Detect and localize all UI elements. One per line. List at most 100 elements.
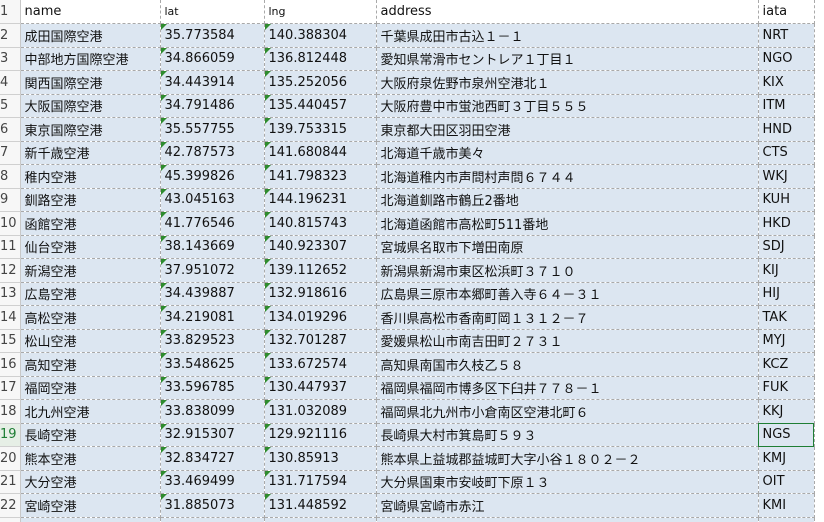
row-number[interactable]: 20 <box>0 446 21 471</box>
cell-address[interactable]: 福岡県北九州市小倉南区空港北町６ <box>376 399 759 424</box>
row-number[interactable]: 7 <box>0 141 21 165</box>
row-number[interactable]: 2 <box>0 23 21 48</box>
cell-name[interactable]: 新潟空港 <box>20 258 161 283</box>
cell-lat[interactable]: 33.838099 <box>160 399 265 424</box>
cell-address[interactable]: 宮城県名取市下増田南原 <box>376 235 759 259</box>
cell-address[interactable]: 東京都大田区羽田空港 <box>376 117 759 142</box>
cell-lat[interactable]: 34.443914 <box>160 70 265 95</box>
cell-address[interactable]: 香川県高松市香南町岡１３１２－７ <box>376 305 759 330</box>
cell-name[interactable]: 稚内空港 <box>20 164 161 189</box>
cell-lng[interactable]: 141.680844 <box>264 141 377 165</box>
cell-iata[interactable]: NRT <box>758 23 815 48</box>
cell[interactable] <box>264 517 377 522</box>
cell-iata[interactable]: MYJ <box>758 329 815 353</box>
header-iata[interactable]: iata <box>758 0 815 24</box>
cell-lat[interactable]: 32.915307 <box>160 423 265 447</box>
cell-lng[interactable]: 141.798323 <box>264 164 377 189</box>
cell[interactable] <box>160 517 265 522</box>
row-number[interactable]: 21 <box>0 470 21 494</box>
row-number[interactable]: 6 <box>0 117 21 142</box>
cell-lat[interactable]: 33.548625 <box>160 352 265 377</box>
cell-lat[interactable]: 35.773584 <box>160 23 265 48</box>
cell-lng[interactable]: 131.448592 <box>264 493 377 518</box>
row-number[interactable]: 9 <box>0 188 21 212</box>
cell-iata[interactable]: HND <box>758 117 815 142</box>
cell-name[interactable]: 宮崎空港 <box>20 493 161 518</box>
header-lat[interactable]: lat <box>160 0 265 24</box>
cell-lng[interactable]: 140.388304 <box>264 23 377 48</box>
cell-address[interactable]: 愛知県常滑市セントレア１丁目１ <box>376 47 759 71</box>
cell-iata[interactable]: HIJ <box>758 282 815 306</box>
cell-name[interactable]: 仙台空港 <box>20 235 161 259</box>
cell-address[interactable]: 北海道千歳市美々 <box>376 141 759 165</box>
cell-lat[interactable]: 45.399826 <box>160 164 265 189</box>
cell-address[interactable]: 大分県国東市安岐町下原１３ <box>376 470 759 494</box>
cell[interactable] <box>376 517 759 522</box>
row-number[interactable]: 14 <box>0 305 21 330</box>
cell-name[interactable]: 広島空港 <box>20 282 161 306</box>
cell-iata[interactable]: NGS <box>758 423 815 447</box>
row-number[interactable]: 10 <box>0 211 21 236</box>
cell-address[interactable]: 高知県南国市久枝乙５８ <box>376 352 759 377</box>
row-number[interactable]: 4 <box>0 70 21 95</box>
cell-lat[interactable]: 32.834727 <box>160 446 265 471</box>
cell-iata[interactable]: ITM <box>758 94 815 118</box>
cell-iata[interactable]: KMJ <box>758 446 815 471</box>
cell-lng[interactable]: 131.717594 <box>264 470 377 494</box>
cell-lng[interactable]: 133.672574 <box>264 352 377 377</box>
cell-name[interactable]: 福岡空港 <box>20 376 161 400</box>
cell-lat[interactable]: 42.787573 <box>160 141 265 165</box>
cell-iata[interactable]: KIJ <box>758 258 815 283</box>
cell-name[interactable]: 新千歳空港 <box>20 141 161 165</box>
cell-lat[interactable]: 41.776546 <box>160 211 265 236</box>
cell-lng[interactable]: 130.85913 <box>264 446 377 471</box>
cell-name[interactable]: 東京国際空港 <box>20 117 161 142</box>
cell-address[interactable]: 大阪府泉佐野市泉州空港北１ <box>376 70 759 95</box>
row-number[interactable]: 13 <box>0 282 21 306</box>
row-number[interactable]: 1 <box>0 0 21 24</box>
cell-lat[interactable]: 34.219081 <box>160 305 265 330</box>
header-name[interactable]: name <box>20 0 161 24</box>
cell-name[interactable]: 高知空港 <box>20 352 161 377</box>
cell-lng[interactable]: 130.447937 <box>264 376 377 400</box>
row-number[interactable] <box>0 517 21 522</box>
cell-address[interactable]: 千葉県成田市古込１－１ <box>376 23 759 48</box>
cell-address[interactable]: 長崎県大村市箕島町５９３ <box>376 423 759 447</box>
cell-lat[interactable]: 33.596785 <box>160 376 265 400</box>
cell-address[interactable]: 新潟県新潟市東区松浜町３７１０ <box>376 258 759 283</box>
cell-iata[interactable]: NGO <box>758 47 815 71</box>
header-lng[interactable]: lng <box>264 0 377 24</box>
cell-name[interactable]: 大阪国際空港 <box>20 94 161 118</box>
cell-name[interactable]: 関西国際空港 <box>20 70 161 95</box>
cell-lat[interactable]: 34.866059 <box>160 47 265 71</box>
cell-iata[interactable]: KIX <box>758 70 815 95</box>
row-number[interactable]: 8 <box>0 164 21 189</box>
cell-lat[interactable]: 37.951072 <box>160 258 265 283</box>
cell-iata[interactable]: KKJ <box>758 399 815 424</box>
cell-iata[interactable]: SDJ <box>758 235 815 259</box>
cell-address[interactable]: 熊本県上益城郡益城町大字小谷１８０２－２ <box>376 446 759 471</box>
header-address[interactable]: address <box>376 0 759 24</box>
cell-iata[interactable]: KUH <box>758 188 815 212</box>
cell-address[interactable]: 広島県三原市本郷町善入寺６４－３１ <box>376 282 759 306</box>
cell-name[interactable]: 熊本空港 <box>20 446 161 471</box>
row-number[interactable]: 15 <box>0 329 21 353</box>
cell-address[interactable]: 愛媛県松山市南吉田町２７３１ <box>376 329 759 353</box>
cell-lat[interactable]: 34.791486 <box>160 94 265 118</box>
cell-name[interactable]: 松山空港 <box>20 329 161 353</box>
cell-address[interactable]: 福岡県福岡市博多区下臼井７７８－１ <box>376 376 759 400</box>
cell-iata[interactable]: OIT <box>758 470 815 494</box>
cell-lng[interactable]: 139.112652 <box>264 258 377 283</box>
cell-address[interactable]: 北海道稚内市声問村声問６７４４ <box>376 164 759 189</box>
cell-lng[interactable]: 140.815743 <box>264 211 377 236</box>
cell[interactable] <box>20 517 161 522</box>
cell-name[interactable]: 函館空港 <box>20 211 161 236</box>
cell-lng[interactable]: 140.923307 <box>264 235 377 259</box>
cell-lng[interactable]: 136.812448 <box>264 47 377 71</box>
cell-lng[interactable]: 135.252056 <box>264 70 377 95</box>
cell-lat[interactable]: 31.885073 <box>160 493 265 518</box>
cell-name[interactable]: 長崎空港 <box>20 423 161 447</box>
row-number[interactable]: 22 <box>0 493 21 518</box>
cell-name[interactable]: 高松空港 <box>20 305 161 330</box>
cell-lng[interactable]: 134.019296 <box>264 305 377 330</box>
